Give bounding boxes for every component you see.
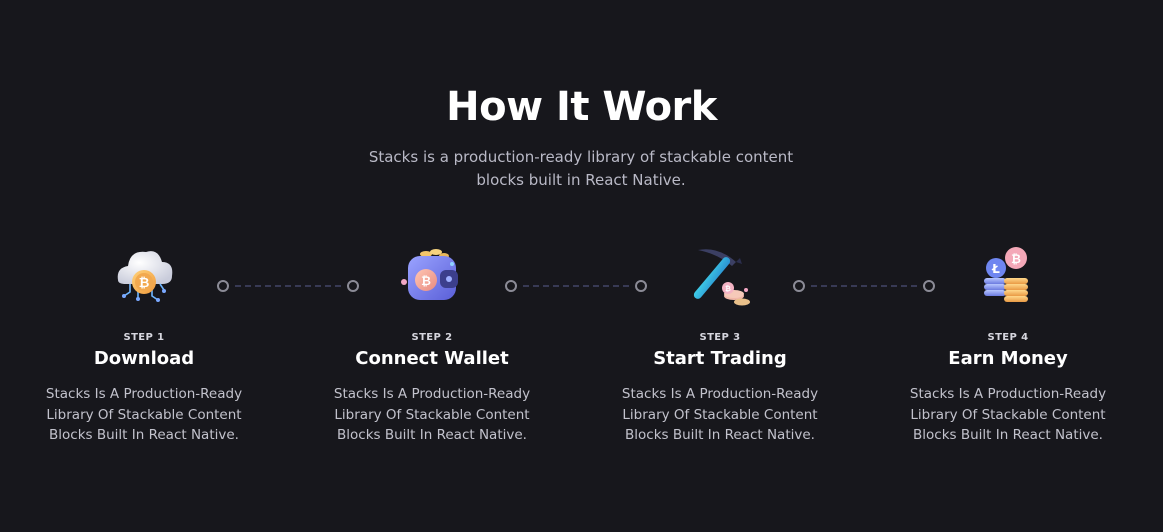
svg-text:₿: ₿ xyxy=(139,276,150,291)
svg-text:₿: ₿ xyxy=(725,285,731,293)
section-title: How It Work xyxy=(446,84,717,130)
step-title: Connect Wallet xyxy=(355,348,509,369)
step-description: Stacks Is A Production-Ready Library Of … xyxy=(621,386,819,443)
pickaxe-icon: ₿ xyxy=(693,249,750,306)
coin-stack-icon: Ł ₿ xyxy=(984,247,1028,302)
how-it-works-section: How It Work Stacks is a production-ready… xyxy=(0,0,1163,532)
wallet-icon: ₿ xyxy=(401,249,458,300)
step-title: Earn Money xyxy=(948,348,1068,369)
svg-text:Ł: Ł xyxy=(991,262,1000,276)
step-description: Stacks Is A Production-Ready Library Of … xyxy=(333,386,531,443)
svg-text:₿: ₿ xyxy=(421,274,431,288)
svg-text:₿: ₿ xyxy=(1011,252,1021,266)
cloud-bitcoin-icon: ₿ xyxy=(117,251,173,302)
step-card-earn-money: Ł ₿ STEP 4 Earn Money Stacks Is A Produc… xyxy=(893,240,1123,446)
step-card-start-trading: ₿ STEP 3 Start Trading Stacks Is A Produ… xyxy=(605,240,835,446)
step-card-connect-wallet: ₿ STEP 2 Connect Wallet Stacks Is A Prod… xyxy=(317,240,547,446)
step-title: Start Trading xyxy=(653,348,787,369)
step-description: Stacks Is A Production-Ready Library Of … xyxy=(909,386,1107,443)
step-label: STEP 3 xyxy=(699,332,741,343)
step-label: STEP 4 xyxy=(987,332,1029,343)
step-title: Download xyxy=(93,348,195,369)
step-card-download: ₿ STEP 1 Download Stacks Is A Production… xyxy=(29,240,259,446)
section-subtitle: Stacks is a production-ready library of … xyxy=(368,148,794,189)
step-label: STEP 2 xyxy=(411,332,453,343)
step-description: Stacks Is A Production-Ready Library Of … xyxy=(45,386,243,443)
step-label: STEP 1 xyxy=(123,332,165,343)
